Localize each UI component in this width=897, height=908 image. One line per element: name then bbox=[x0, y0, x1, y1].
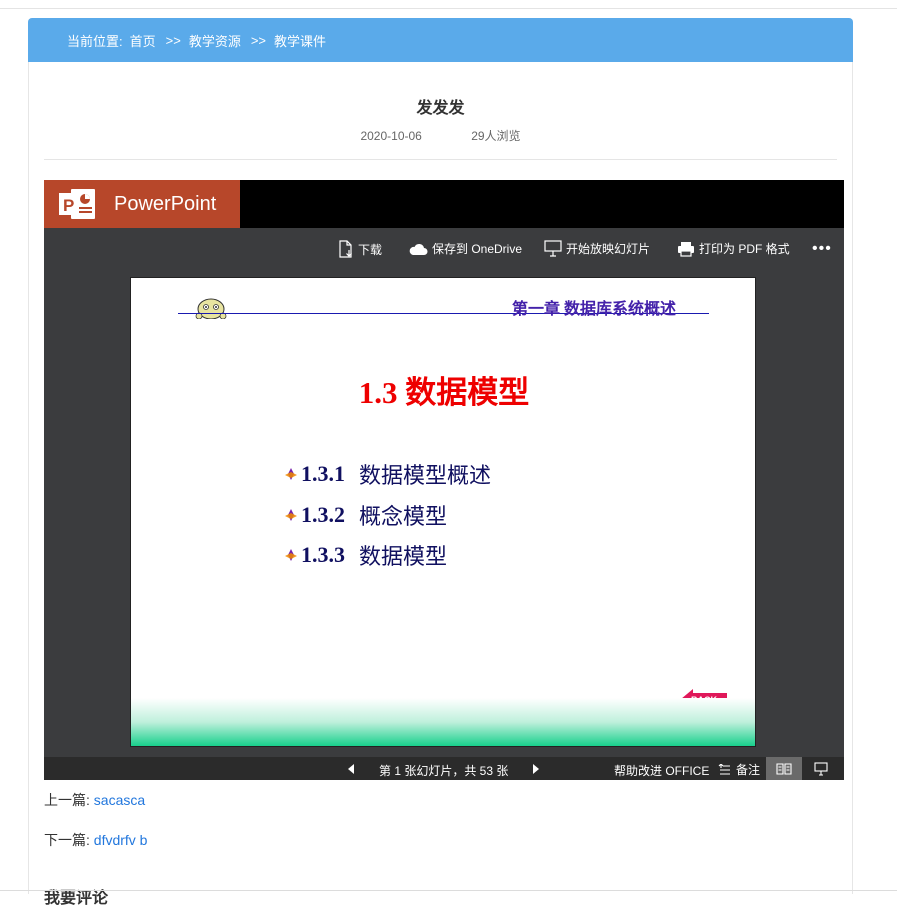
arrow-bullet-icon bbox=[285, 549, 297, 561]
download-button[interactable]: 下载 bbox=[338, 240, 382, 258]
breadcrumb-separator: >> bbox=[250, 32, 267, 48]
powerpoint-brand: P PowerPoint bbox=[44, 180, 240, 228]
more-options-button[interactable]: ••• bbox=[812, 240, 832, 258]
slide-item-text: 概念模型 bbox=[359, 504, 448, 529]
article-meta: 2020-10-06 29人浏览 bbox=[29, 127, 852, 144]
start-slideshow-label: 开始放映幻灯片 bbox=[566, 242, 651, 256]
breadcrumb: 当前位置: 首页 >> 教学资源 >> 教学课件 bbox=[28, 18, 853, 62]
breadcrumb-separator: >> bbox=[165, 32, 181, 48]
slide-list-item: 1.3.1 数据模型概述 bbox=[283, 458, 491, 490]
slide-counter: 第 1 张幻灯片，共 53 张 bbox=[379, 764, 509, 778]
slide-chapter-heading: 第一章 数据库系统概述 bbox=[512, 301, 677, 318]
breadcrumb-home-link[interactable]: 首页 bbox=[130, 31, 156, 50]
publish-date: 2020-10-06 bbox=[360, 129, 422, 143]
svg-text:P: P bbox=[63, 196, 74, 215]
slide-list-item: 1.3.2 概念模型 bbox=[283, 499, 447, 531]
download-file-icon bbox=[339, 240, 352, 258]
content-left-border bbox=[28, 62, 29, 894]
printer-icon bbox=[678, 241, 694, 257]
slide-footer-gradient bbox=[131, 698, 755, 746]
breadcrumb-teaching-resources-link[interactable]: 教学资源 bbox=[189, 31, 241, 50]
powerpoint-brand-label: PowerPoint bbox=[114, 193, 217, 215]
slide-item-text: 数据模型概述 bbox=[359, 463, 492, 488]
start-slideshow-button[interactable]: 开始放映幻灯片 bbox=[544, 240, 650, 257]
previous-article: 上一篇: sacasca bbox=[44, 790, 145, 810]
viewer-header: P PowerPoint bbox=[44, 180, 844, 228]
save-to-onedrive-label: 保存到 OneDrive bbox=[432, 242, 523, 256]
slide-item-text: 数据模型 bbox=[359, 544, 448, 569]
slide-item-number: 1.3.1 bbox=[301, 461, 345, 486]
page-title: 发发发 bbox=[416, 100, 465, 117]
save-to-onedrive-button[interactable]: 保存到 OneDrive bbox=[408, 240, 522, 257]
book-icon bbox=[776, 762, 792, 775]
top-divider bbox=[0, 8, 897, 9]
arrow-bullet-icon bbox=[285, 509, 297, 521]
view-count: 29人浏览 bbox=[471, 129, 521, 143]
notes-label: 备注 bbox=[736, 763, 761, 777]
mascot-icon bbox=[195, 298, 227, 319]
previous-slide-button[interactable] bbox=[346, 762, 356, 776]
next-article-link[interactable]: dfvdrfv b bbox=[94, 832, 148, 848]
help-improve-office-link[interactable]: 帮助改进 OFFICE bbox=[614, 762, 709, 779]
slideshow-view-button[interactable] bbox=[806, 757, 836, 780]
previous-article-label: 上一篇: bbox=[44, 792, 90, 808]
next-article: 下一篇: dfvdrfv b bbox=[44, 830, 147, 850]
bottom-divider bbox=[0, 890, 897, 891]
comment-section-heading: 我要评论 bbox=[44, 890, 109, 907]
viewer-toolbar: 下载 保存到 OneDrive 开始放映幻灯片 打印为 PDF 格式 ••• bbox=[44, 228, 844, 268]
next-slide-button[interactable] bbox=[531, 762, 541, 776]
print-pdf-label: 打印为 PDF 格式 bbox=[699, 242, 790, 256]
projector-screen-icon bbox=[544, 240, 562, 257]
content-right-border bbox=[852, 62, 853, 894]
notes-icon bbox=[718, 763, 730, 775]
projector-screen-icon bbox=[814, 761, 828, 776]
cloud-icon bbox=[409, 243, 428, 255]
reading-view-button[interactable] bbox=[766, 757, 802, 780]
powerpoint-logo-icon: P bbox=[59, 189, 95, 219]
slide-list-item: 1.3.3 数据模型 bbox=[283, 539, 447, 571]
next-article-label: 下一篇: bbox=[44, 832, 90, 848]
viewer-statusbar: 第 1 张幻灯片，共 53 张 帮助改进 OFFICE 备注 bbox=[44, 757, 844, 780]
notes-button[interactable]: 备注 bbox=[718, 761, 760, 778]
slide-title: 1.3 数据模型 bbox=[358, 375, 530, 410]
print-pdf-button[interactable]: 打印为 PDF 格式 bbox=[677, 240, 790, 257]
slide-canvas: 第一章 数据库系统概述 1.3 数据模型 1.3.1 数据模型概述 1.3.2 … bbox=[130, 277, 756, 747]
arrow-bullet-icon bbox=[285, 468, 297, 480]
breadcrumb-label: 当前位置: bbox=[67, 33, 123, 49]
previous-article-link[interactable]: sacasca bbox=[94, 792, 145, 808]
slide-item-number: 1.3.3 bbox=[301, 542, 345, 567]
download-label: 下载 bbox=[358, 242, 383, 257]
slide-item-number: 1.3.2 bbox=[301, 502, 345, 527]
powerpoint-viewer: P PowerPoint 下载 保存到 OneDrive 开始放映幻灯片 打印为… bbox=[44, 180, 844, 780]
breadcrumb-courseware-link[interactable]: 教学课件 bbox=[274, 31, 326, 50]
title-divider bbox=[44, 159, 837, 160]
